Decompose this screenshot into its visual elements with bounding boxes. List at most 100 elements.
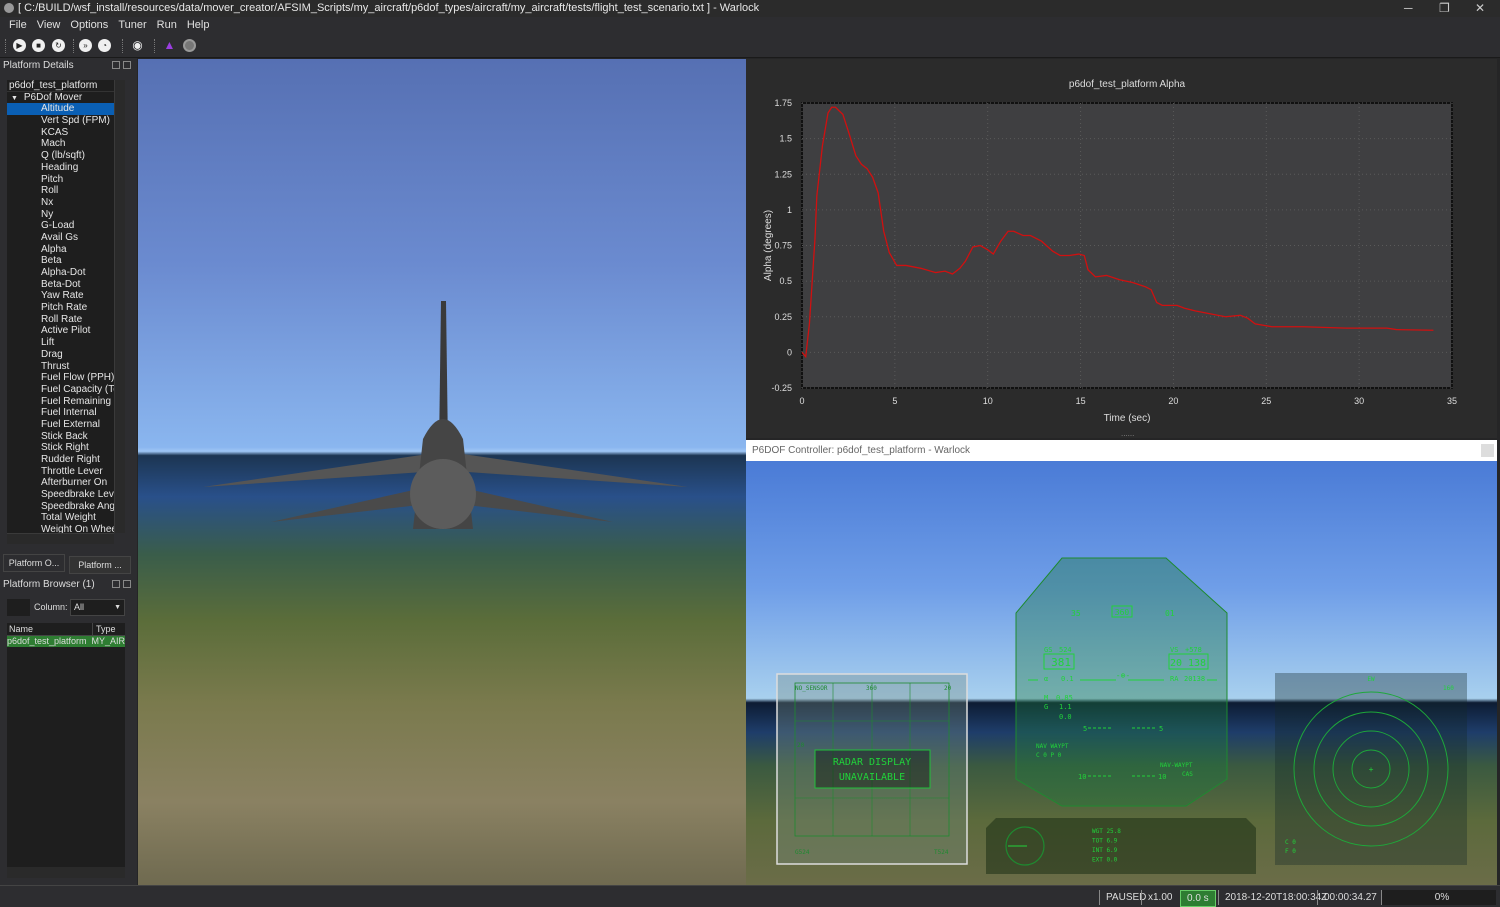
y-tick-label: 0.5 — [779, 276, 792, 286]
right-wing — [453, 454, 688, 487]
browser-horizontal-scrollbar[interactable] — [7, 867, 125, 878]
rwr-right: 160 — [1443, 685, 1454, 692]
title-bar: [ C:/BUILD/wsf_install/resources/data/mo… — [0, 0, 1500, 17]
reset-icon[interactable]: ↻ — [52, 39, 65, 52]
hud-heading-left: 35 — [1071, 609, 1081, 618]
tree-vertical-scrollbar[interactable] — [114, 80, 125, 533]
tree-horizontal-scrollbar[interactable] — [7, 533, 114, 544]
tree-item[interactable]: Alpha — [7, 244, 114, 256]
header-name[interactable]: Name — [7, 623, 93, 635]
tree-item[interactable]: Fuel Flow (PPH) — [7, 372, 114, 384]
tab-platform-options[interactable]: Platform O... — [3, 554, 65, 572]
tree-item[interactable]: Roll Rate — [7, 314, 114, 326]
tree-item[interactable]: Weight On Wheels — [7, 524, 114, 533]
hud-vs: +578 — [1185, 646, 1202, 654]
tree-item[interactable]: Fuel Remaining — [7, 396, 114, 408]
tree-item[interactable]: Thrust — [7, 361, 114, 373]
filter-input[interactable] — [7, 599, 30, 616]
fuel-row: WGT 25.8 — [1092, 828, 1121, 835]
sim-rate: x1.00 — [1141, 890, 1172, 905]
y-tick-label: 1.25 — [774, 169, 792, 179]
radar-status-line2: UNAVAILABLE — [839, 772, 905, 783]
status-bar: PAUSED x1.00 0.0 s 2018-12-20T18:00:34Z … — [0, 885, 1500, 907]
tree-item[interactable]: Mach — [7, 138, 114, 150]
menu-run[interactable]: Run — [152, 17, 182, 34]
tree-item[interactable]: Beta-Dot — [7, 279, 114, 291]
tree-item[interactable]: Q (lb/sqft) — [7, 150, 114, 162]
restore-button[interactable]: ❐ — [1439, 0, 1450, 17]
tree-item[interactable]: Pitch Rate — [7, 302, 114, 314]
alpha-chart[interactable]: 0 5 10 15 20 25 30 35 -0.25 0 0.25 0.5 0.75 1 1.25 1.5 1… — [746, 59, 1497, 438]
record-icon[interactable] — [183, 39, 196, 52]
y-tick-label: 0.75 — [774, 241, 792, 251]
tree-item[interactable]: Pitch — [7, 174, 114, 186]
sim-datetime: 2018-12-20T18:00:34Z — [1218, 890, 1327, 905]
tree-item[interactable]: Stick Back — [7, 431, 114, 443]
tree-root[interactable]: p6dof_test_platform — [7, 80, 114, 92]
menu-file[interactable]: File — [4, 17, 32, 34]
radar-status-line1: RADAR DISPLAY — [833, 757, 911, 768]
radar-display: RADAR DISPLAY UNAVAILABLE NO_SENSOR 360 … — [776, 673, 968, 865]
close-icon[interactable] — [123, 61, 131, 69]
tree-item[interactable]: Fuel Internal — [7, 407, 114, 419]
tab-platform-details[interactable]: Platform ... — [69, 556, 131, 574]
float-icon[interactable] — [112, 61, 120, 69]
tree-item[interactable]: Nx — [7, 197, 114, 209]
close-button[interactable]: ✕ — [1475, 0, 1485, 17]
tree-item[interactable]: Drag — [7, 349, 114, 361]
toolbar-separator — [154, 39, 156, 53]
tree-item[interactable]: Beta — [7, 255, 114, 267]
menu-tuner[interactable]: Tuner — [113, 17, 151, 34]
tree-item[interactable]: Altitude — [7, 103, 114, 116]
tree-item[interactable]: Speedbrake Lever — [7, 489, 114, 501]
menu-view[interactable]: View — [32, 17, 66, 34]
splitter-handle: ...... — [1121, 429, 1134, 438]
play-icon[interactable]: ▶ — [13, 39, 26, 52]
controller-close-button[interactable] — [1481, 444, 1494, 457]
float-icon[interactable] — [112, 580, 120, 588]
tree-item[interactable]: Stick Right — [7, 442, 114, 454]
chevron-down-icon: ▼ — [114, 604, 121, 611]
3d-map-view[interactable] — [138, 59, 746, 885]
tree-item[interactable]: Fuel External — [7, 419, 114, 431]
tree-item[interactable]: KCAS — [7, 127, 114, 139]
x-tick-label: 5 — [892, 396, 897, 406]
tree-item[interactable]: Alpha-Dot — [7, 267, 114, 279]
tree-item[interactable]: Vert Spd (FPM) — [7, 115, 114, 127]
tree-item[interactable]: Ny — [7, 209, 114, 221]
tree-item[interactable]: Yaw Rate — [7, 290, 114, 302]
eye-icon[interactable]: ◉ — [131, 39, 144, 52]
collapse-arrow-icon[interactable]: ▼ — [11, 95, 20, 102]
wizard-icon[interactable]: ▲ — [163, 39, 176, 52]
tree-item[interactable]: Active Pilot — [7, 325, 114, 337]
p6dof-controller-view: RADAR DISPLAY UNAVAILABLE NO_SENSOR 360 … — [746, 461, 1497, 885]
tree-item[interactable]: Speedbrake Angle — [7, 501, 114, 513]
table-row[interactable]: p6dof_test_platform MY_AIR — [7, 636, 125, 647]
menu-help[interactable]: Help — [182, 17, 215, 34]
tree-item[interactable]: Roll — [7, 185, 114, 197]
tree-item[interactable]: Heading — [7, 162, 114, 174]
fuel-row: INT 6.9 — [1092, 847, 1118, 854]
tree-item[interactable]: G-Load — [7, 220, 114, 232]
menu-options[interactable]: Options — [65, 17, 113, 34]
hud-pitch10-right: 10 — [1158, 773, 1166, 781]
fast-forward-icon[interactable]: » — [79, 39, 92, 52]
close-icon[interactable] — [123, 580, 131, 588]
tree-item[interactable]: Fuel Capacity (Tot — [7, 384, 114, 396]
tree-item[interactable]: Throttle Lever — [7, 466, 114, 478]
tree-item[interactable]: Rudder Right — [7, 454, 114, 466]
sim-time: 0.0 s — [1180, 890, 1216, 907]
tree-item[interactable]: Afterburner On — [7, 477, 114, 489]
tree-item[interactable]: Lift — [7, 337, 114, 349]
clock-icon[interactable]: ◔ — [98, 39, 111, 52]
radar-sensor: NO_SENSOR — [795, 685, 828, 692]
left-dock: Platform Details p6dof_test_platform ▼ P… — [0, 58, 137, 885]
y-tick-label: -0.25 — [771, 383, 792, 393]
minimize-button[interactable]: ─ — [1404, 0, 1413, 17]
tree-item[interactable]: Total Weight — [7, 512, 114, 524]
column-select[interactable]: All ▼ — [70, 599, 125, 616]
tree-item[interactable]: Avail Gs — [7, 232, 114, 244]
stop-icon[interactable]: ■ — [32, 39, 45, 52]
header-type[interactable]: Type — [93, 623, 116, 635]
tree-group[interactable]: ▼ P6Dof Mover — [7, 92, 114, 104]
